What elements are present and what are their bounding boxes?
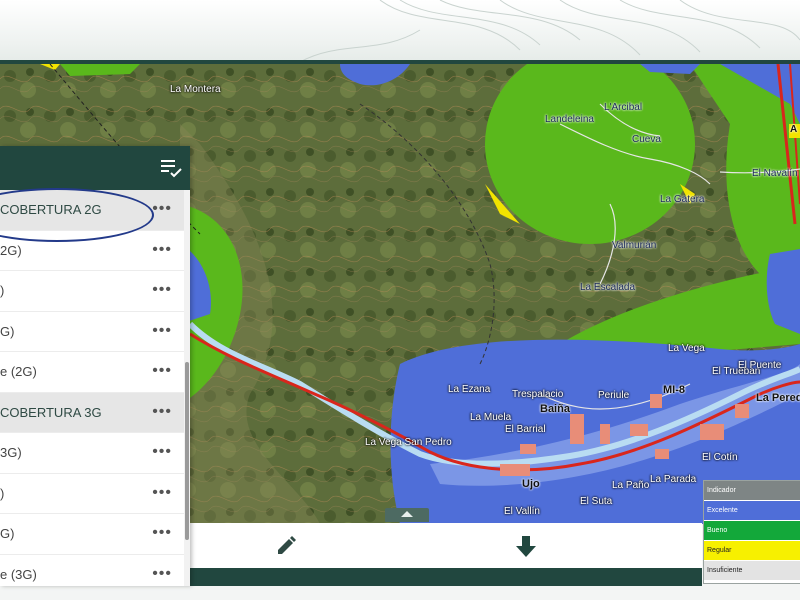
layer-item[interactable]: 2G) ••• [0,231,184,271]
place-label: El Puente [738,360,782,371]
legend-header-swatch [776,481,800,501]
edit-button[interactable] [272,533,300,561]
layer-item[interactable]: ) ••• [0,474,184,514]
place-label: La Paño [612,480,650,491]
layer-label: e (2G) [0,364,37,379]
place-label: Ujo [522,478,540,490]
layer-group-cobertura-3g[interactable]: COBERTURA 3G ••• [0,392,184,433]
more-options-icon[interactable]: ••• [152,362,172,380]
legend-label-insufficient: Insuficiente [704,560,776,581]
more-options-icon[interactable]: ••• [152,403,172,421]
download-button[interactable] [512,533,540,561]
place-label: El Vallín [504,506,540,517]
place-label: El Suta [580,496,613,507]
layer-label: G) [0,323,15,339]
more-options-icon[interactable]: ••• [152,565,172,583]
place-label: Landeleina [545,114,594,125]
topographic-texture [299,0,800,62]
place-label: La Muela [470,412,512,423]
place-label: Trespalacio [512,389,564,400]
legend-label-excellent: Excelente [704,500,776,521]
more-options-icon[interactable]: ••• [152,200,172,218]
legend-header: Indicador [704,481,776,501]
layer-label: COBERTURA 3G [0,404,102,420]
place-label: La Gatera [660,194,705,205]
place-label: La Montera [170,84,221,95]
place-label: Periule [598,390,630,401]
place-label: MI-8 [663,384,685,396]
toolbar-footer [190,568,702,586]
place-label: El Cotín [702,452,738,463]
place-label: La Vega [668,343,705,354]
place-label: El Navalín [752,168,798,179]
legend-swatch [776,540,800,561]
place-label: Cueva [632,134,661,145]
more-options-icon[interactable]: ••• [152,443,172,461]
legend-label-good: Bueno [704,520,776,541]
place-label: La Escalada [580,282,636,293]
more-options-icon[interactable]: ••• [152,484,172,502]
download-arrow-icon [516,536,536,557]
legend-swatch [776,500,800,521]
collapse-toolbar-button[interactable] [385,508,429,522]
place-label: L'Arcibal [604,102,643,113]
scrollbar-thumb[interactable] [185,362,189,540]
layer-item[interactable]: e (2G) ••• [0,352,184,393]
layer-label: ) [0,485,5,501]
place-label: Valmurián [612,240,657,251]
layer-label: COBERTURA 2G [0,202,102,217]
more-options-icon[interactable]: ••• [152,241,172,259]
place-label: La Vega San Pedro [365,437,452,448]
layer-label: ) [0,283,5,298]
legend-swatch [776,520,800,541]
coverage-legend: Indicador Excelente Bueno Regular Insufi… [703,480,800,584]
more-options-icon[interactable]: ••• [152,281,172,299]
chevron-up-icon [401,511,413,517]
legend-label-regular: Regular [704,540,776,561]
place-label: La Pereda [756,392,800,404]
place-label: Baiña [540,403,570,415]
layer-group-cobertura-2g[interactable]: COBERTURA 2G ••• [0,190,184,231]
pencil-icon [278,536,296,554]
legend-swatch [776,560,800,581]
layer-item[interactable]: e (3G) ••• [0,555,184,587]
map-toolbar [190,523,702,568]
layer-panel: COBERTURA 2G ••• 2G) ••• ) ••• G) ••• e … [0,146,190,586]
more-options-icon[interactable]: ••• [152,322,172,340]
layer-item[interactable]: ) ••• [0,271,184,312]
layer-label: e (3G) [0,566,37,582]
layer-list: COBERTURA 2G ••• 2G) ••• ) ••• G) ••• e … [0,190,184,586]
layer-label: 3G) [0,445,22,460]
more-options-icon[interactable]: ••• [152,524,172,542]
layer-item[interactable]: G) ••• [0,514,184,555]
place-label: El Barrial [505,424,546,435]
checklist-icon[interactable] [160,157,182,179]
layer-panel-header [0,146,190,190]
place-label: La Ezana [448,384,491,395]
layer-label: 2G) [0,242,22,258]
layer-item[interactable]: 3G) ••• [0,433,184,474]
layer-label: G) [0,526,15,541]
place-label: La Parada [650,474,697,485]
layer-item[interactable]: G) ••• [0,312,184,352]
header-band [0,0,800,62]
map-marker-label: A [790,124,798,135]
